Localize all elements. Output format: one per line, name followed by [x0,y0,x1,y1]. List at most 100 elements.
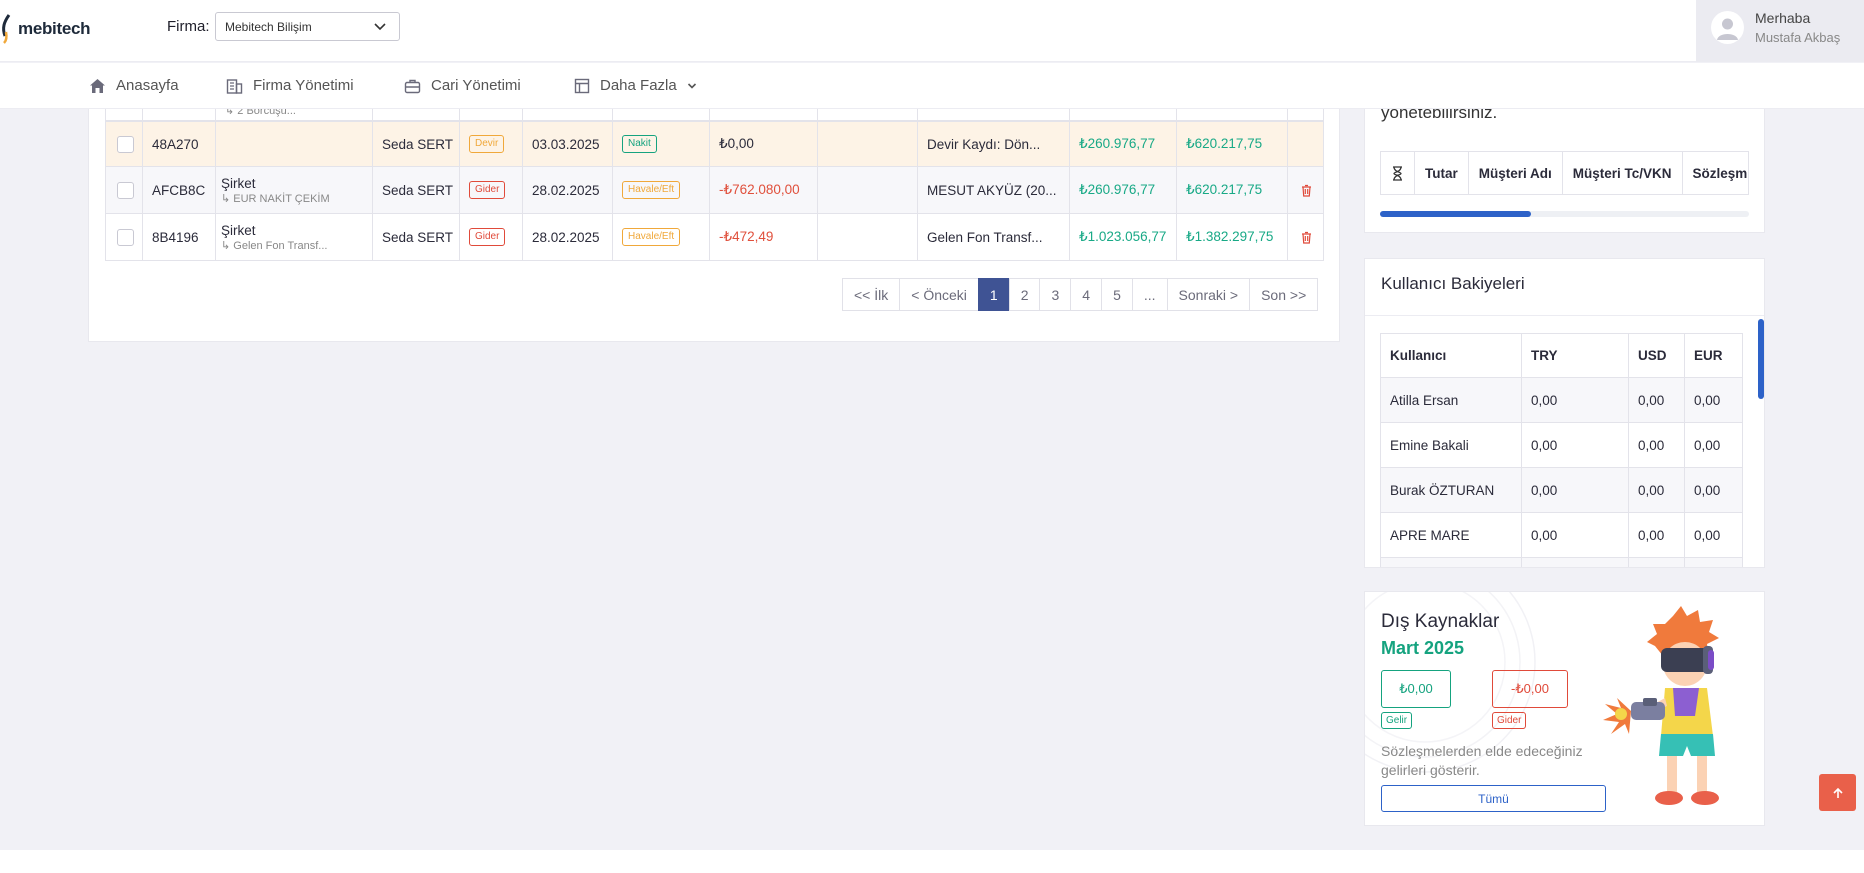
row-checkbox[interactable] [117,135,134,153]
firma-select[interactable]: Mebitech Bilişim [215,12,400,41]
eur-cell: 0,00 [1694,482,1721,498]
nav-label: Firma Yönetimi [253,77,354,94]
pagination-page[interactable]: 1 [977,278,1010,311]
row-code: AFCB8C [143,167,216,213]
table-row: ↳ 2 Borcuşu... [105,109,1324,121]
method-badge: Havale/Eft [622,228,681,246]
nav-item-anasayfa[interactable]: Anasayfa [89,77,179,94]
all-button[interactable]: Tümü [1381,785,1606,812]
contracts-card-title: yönetebilirsiniz. [1381,109,1498,122]
building-icon [226,78,243,94]
expense-amount: -₺0,00 [1492,670,1568,708]
eur-cell: 0,00 [1694,392,1721,408]
external-sources-card: Dış Kaynaklar Mart 2025 ₺0,00 Gelir -₺0,… [1364,591,1765,826]
user-name-cell: Burak ÖZTURAN [1381,468,1522,512]
row-balance: ₺260.976,77 [1070,167,1177,213]
row-balance: ₺1.382.297,75 [1177,214,1288,260]
row-account: Şirket ↳ Gelen Fon Transf... [216,214,373,260]
nav-item-firma-yonetimi[interactable]: Firma Yönetimi [226,77,354,94]
expense-label: Gider [1492,712,1527,729]
try-cell: 0,00 [1522,468,1629,512]
main-nav: Anasayfa Firma Yönetimi Cari Yönetimi Da… [0,63,1864,109]
table-row[interactable]: AFCB8C Şirket ↳ EUR NAKİT ÇEKİM Seda SER… [105,167,1324,214]
row-code: 8B4196 [143,214,216,260]
row-checkbox[interactable] [117,228,134,246]
nav-item-daha-fazla[interactable]: Daha Fazla [574,77,697,94]
nav-item-cari-yonetimi[interactable]: Cari Yönetimi [404,77,521,94]
arrow-up-icon [1832,787,1843,798]
income-amount: ₺0,00 [1381,670,1451,708]
column-header[interactable]: Sözleşm [1683,152,1748,194]
row-user: Seda SERT [373,167,460,213]
pagination-page[interactable]: 2 [1008,278,1041,311]
user-greeting: Merhaba [1755,10,1811,26]
row-balance: ₺260.976,77 [1070,122,1177,166]
eur-cell: 0,00 [1694,527,1721,543]
brand-logo[interactable]: mebitech [0,14,91,44]
nav-label: Anasayfa [116,77,179,94]
usd-cell: 0,00 [1629,513,1685,557]
table-row: Emine Bakali 0,00 0,00 0,00 [1380,423,1743,468]
firma-label: Firma: [167,18,210,35]
firma-select-value: Mebitech Bilişim [225,20,312,34]
layout-icon [574,78,590,93]
user-balances-card: Kullanıcı Bakiyeleri Kullanıcı TRY USD E… [1364,258,1765,568]
row-user: Seda SERT [373,122,460,166]
row-account [216,122,373,166]
scrollbar-thumb[interactable] [1380,211,1532,217]
column-header[interactable]: Tutar [1415,152,1469,194]
usd-cell: 0,00 [1629,423,1685,467]
brand-name: mebitech [18,19,91,38]
table-row[interactable]: 8B4196 Şirket ↳ Gelen Fon Transf... Seda… [105,214,1324,261]
external-sources-month: Mart 2025 [1381,638,1465,658]
trash-icon[interactable] [1301,231,1312,244]
try-cell: 0,00 [1522,423,1629,467]
user-menu[interactable]: Merhaba Mustafa Akbaş [1696,0,1864,62]
divider [1365,315,1764,316]
type-badge: Gider [469,228,506,246]
usd-cell: 0,00 [1629,468,1685,512]
row-account: Şirket ↳ EUR NAKİT ÇEKİM [216,167,373,213]
nav-label: Cari Yönetimi [431,77,521,94]
footer [0,850,1864,873]
home-icon [90,78,105,93]
vertical-scrollbar[interactable] [1758,319,1764,399]
external-sources-description: Sözleşmelerden elde edeceğiniz gelirleri… [1381,743,1583,778]
table-row: Atilla Ersan 0,00 0,00 0,00 [1380,378,1743,423]
logo-icon [2,14,11,44]
method-badge: Havale/Eft [622,181,681,199]
pagination-page[interactable]: 4 [1070,278,1103,311]
row-balance: ₺620.217,75 [1177,122,1288,166]
pagination-next[interactable]: Sonraki > [1166,278,1251,311]
row-user: Seda SERT [373,214,460,260]
user-name-cell: Atilla Ersan [1381,378,1522,422]
trash-icon[interactable] [1301,184,1312,197]
account-sub: ↳ 2 Borcuşu... [225,109,296,117]
top-bar: mebitech Firma: Mebitech Bilişim Merhaba… [0,0,1864,62]
column-header: USD [1629,334,1685,377]
scroll-to-top-button[interactable] [1819,774,1856,811]
column-header[interactable]: Müşteri Tc/VKN [1563,152,1683,194]
horizontal-scrollbar[interactable] [1380,211,1749,217]
column-header: TRY [1522,334,1629,377]
table-row [1380,558,1743,567]
row-balance: ₺1.023.056,77 [1070,214,1177,260]
type-badge: Devir [469,135,505,153]
table-row[interactable]: 48A270 Seda SERT Devir 03.03.2025 Nakit … [105,121,1324,167]
pagination-page[interactable]: 5 [1101,278,1133,311]
row-amount: ₺0,00 [710,122,818,166]
pagination-last[interactable]: Son >> [1249,278,1319,311]
row-description: MESUT AKYÜZ (20... [918,167,1070,213]
pagination: << İlk < Önceki 1 2 3 4 5 ... Sonraki > … [842,278,1319,311]
row-date: 28.02.2025 [523,214,613,260]
vr-kid-illustration [1603,606,1719,805]
briefcase-icon [404,79,421,93]
usd-cell: 0,00 [1629,378,1685,422]
pagination-page[interactable]: 3 [1039,278,1072,311]
column-header[interactable]: Müşteri Adı [1469,152,1563,194]
pagination-first[interactable]: << İlk [842,278,901,311]
row-description: Devir Kaydı: Dön... [918,122,1070,166]
pagination-prev[interactable]: < Önceki [899,278,979,311]
row-balance: ₺620.217,75 [1177,167,1288,213]
row-checkbox[interactable] [117,181,134,199]
